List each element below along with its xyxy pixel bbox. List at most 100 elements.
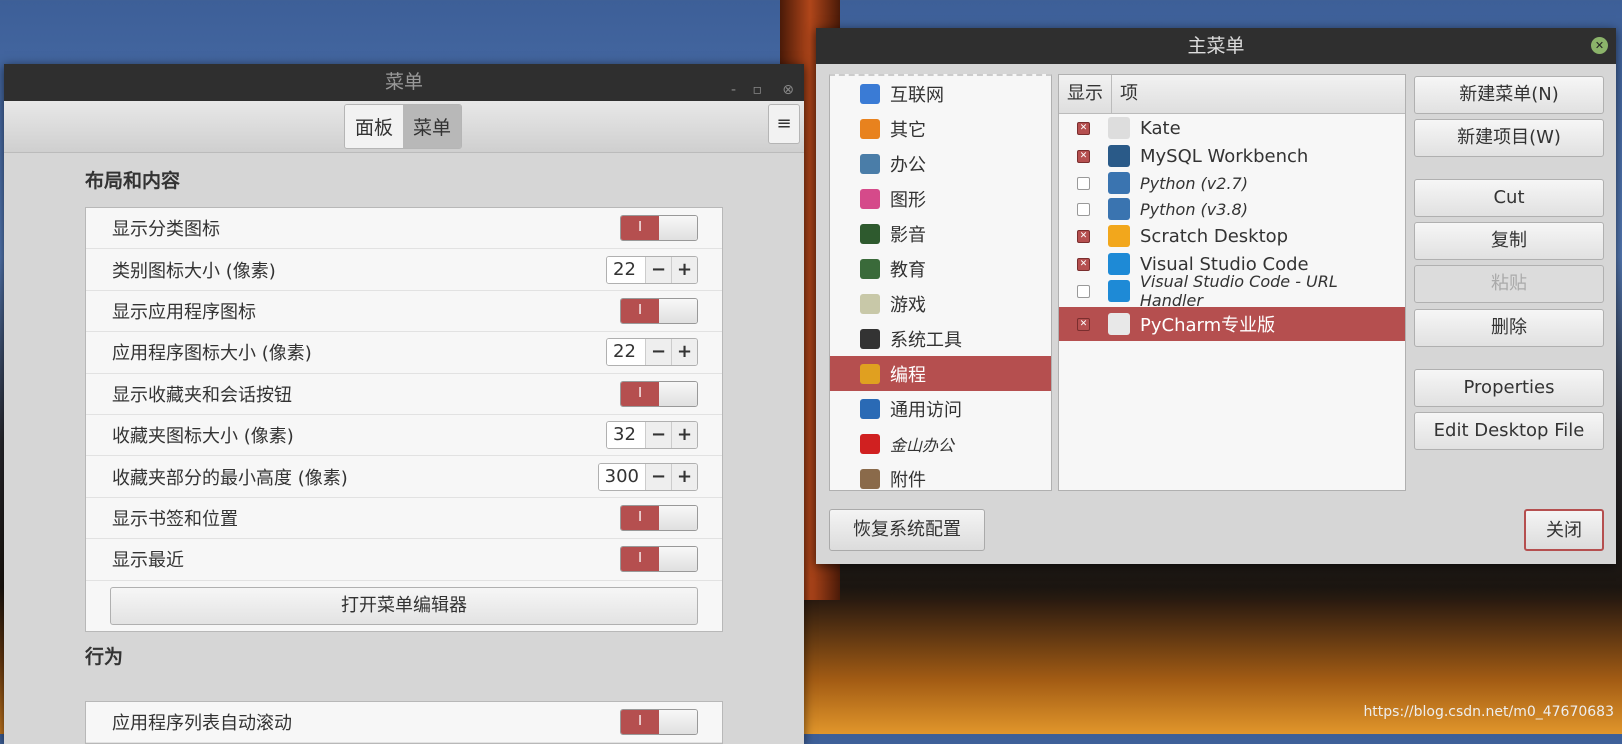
- increment-button[interactable]: +: [671, 463, 697, 490]
- toggle-switch[interactable]: I: [620, 297, 698, 324]
- category-list[interactable]: 互联网其它办公图形影音教育游戏 系统工具编程通用访问金山办公附件: [829, 74, 1052, 491]
- menu-item-row[interactable]: Visual Studio Code - URL Handler: [1059, 272, 1405, 310]
- setting-row: 显示收藏夹和会话按钮 I: [86, 374, 722, 415]
- spinner-value[interactable]: 32: [607, 422, 645, 449]
- category-item[interactable]: 教育: [830, 251, 1051, 286]
- number-spinner[interactable]: 22− +: [606, 255, 698, 284]
- show-checkbox[interactable]: [1077, 176, 1090, 190]
- show-checkbox[interactable]: ✕: [1077, 149, 1090, 163]
- tab-menu[interactable]: 菜单: [403, 105, 462, 148]
- layout-settings-list: 显示分类图标 I 类别图标大小 (像素) 22− + 显示应用程序图标 I 应用程序图标大小 …: [85, 207, 723, 632]
- tab-panel[interactable]: 面板: [345, 105, 404, 148]
- properties-button[interactable]: Properties: [1414, 369, 1604, 407]
- column-header-show[interactable]: 显示: [1059, 75, 1112, 113]
- close-icon[interactable]: ✕: [1591, 37, 1608, 54]
- decrement-button[interactable]: −: [645, 339, 671, 366]
- behavior-settings-list: 应用程序列表自动滚动 I: [85, 701, 723, 744]
- setting-label: 应用程序图标大小 (像素): [112, 343, 312, 365]
- setting-label: 显示最近: [112, 550, 184, 572]
- spinner-value[interactable]: 300: [598, 463, 645, 490]
- category-label: 教育: [890, 259, 926, 281]
- app-icon: [1108, 313, 1130, 335]
- toggle-switch[interactable]: I: [620, 504, 698, 531]
- show-checkbox[interactable]: ✕: [1077, 229, 1090, 243]
- show-checkbox[interactable]: [1077, 202, 1090, 216]
- category-icon: [860, 118, 880, 139]
- spinner-value[interactable]: 22: [607, 256, 645, 283]
- open-menu-editor-button[interactable]: 打开菜单编辑器: [110, 586, 698, 625]
- delete-button[interactable]: 删除: [1414, 309, 1604, 347]
- toggle-switch[interactable]: I: [620, 215, 698, 242]
- category-label: 其它: [890, 119, 926, 141]
- setting-label: 收藏夹部分的最小高度 (像素): [112, 467, 348, 489]
- category-item[interactable]: 影音: [830, 216, 1051, 251]
- setting-row: 显示书签和位置 I: [86, 498, 722, 540]
- setting-row: 显示分类图标 I: [86, 208, 722, 250]
- restore-defaults-button[interactable]: 恢复系统配置: [829, 509, 985, 551]
- category-icon: [860, 398, 880, 419]
- increment-button[interactable]: +: [671, 339, 697, 366]
- new-menu-button[interactable]: 新建菜单(N): [1414, 76, 1604, 114]
- window-title: 主菜单: [1187, 35, 1245, 57]
- category-item[interactable]: 系统工具: [830, 321, 1051, 356]
- menu-item-row[interactable]: ✕ Scratch Desktop: [1059, 222, 1405, 250]
- hamburger-menu-icon[interactable]: ≡: [768, 104, 800, 144]
- show-checkbox[interactable]: [1077, 284, 1090, 298]
- app-icon: [1108, 225, 1130, 247]
- number-spinner[interactable]: 300− +: [597, 462, 698, 491]
- spinner-value[interactable]: 22: [607, 339, 645, 366]
- category-item[interactable]: 金山办公: [830, 426, 1051, 461]
- decrement-button[interactable]: −: [645, 463, 671, 490]
- decrement-button[interactable]: −: [645, 422, 671, 449]
- menu-item-row[interactable]: Python (v2.7): [1059, 170, 1405, 196]
- toggle-switch[interactable]: I: [620, 709, 698, 736]
- category-item[interactable]: 图形: [830, 181, 1051, 216]
- paste-button[interactable]: 粘贴: [1414, 265, 1604, 303]
- main-menu-editor-window: 主菜单 ✕ 互联网其它办公图形影音教育游戏 系统工具编程通用访问金山办公附件 显示项…: [816, 28, 1616, 564]
- category-item[interactable]: 互联网: [830, 76, 1051, 111]
- toggle-switch[interactable]: I: [620, 546, 698, 573]
- switch-on-mark: I: [621, 381, 659, 406]
- increment-button[interactable]: +: [671, 256, 697, 283]
- show-checkbox[interactable]: ✕: [1077, 317, 1090, 331]
- category-item[interactable]: 游戏: [830, 286, 1051, 321]
- show-checkbox[interactable]: ✕: [1077, 121, 1090, 135]
- number-spinner[interactable]: 22− +: [606, 338, 698, 367]
- category-label: 图形: [890, 189, 926, 211]
- setting-row: 收藏夹部分的最小高度 (像素) 300− +: [86, 456, 722, 498]
- menu-settings-window: 菜单 - ▫ ⊗ 面板 菜单 ≡ 布局和内容 显示分类图标 I 类别图标大小 (像素)…: [4, 64, 804, 744]
- decrement-button[interactable]: −: [645, 256, 671, 283]
- switch-on-mark: I: [621, 298, 659, 323]
- menu-item-row[interactable]: ✕ MySQL Workbench: [1059, 142, 1405, 170]
- category-label: 影音: [890, 224, 926, 246]
- edit-desktop-file-button[interactable]: Edit Desktop File: [1414, 412, 1604, 450]
- item-list[interactable]: 显示项 ✕ Kate ✕ MySQL Workbench Python (v2.7) Py…: [1058, 74, 1406, 491]
- category-label: 编程: [890, 364, 926, 386]
- column-header-item[interactable]: 项: [1112, 75, 1405, 113]
- category-icon: [860, 153, 880, 174]
- toggle-switch[interactable]: I: [620, 380, 698, 407]
- category-item[interactable]: 其它: [830, 111, 1051, 146]
- category-item[interactable]: 通用访问: [830, 391, 1051, 426]
- category-label: 金山办公: [890, 435, 955, 455]
- increment-button[interactable]: +: [671, 422, 697, 449]
- category-item[interactable]: 附件: [830, 461, 1051, 496]
- category-item[interactable]: 办公: [830, 146, 1051, 181]
- copy-button[interactable]: 复制: [1414, 222, 1604, 260]
- number-spinner[interactable]: 32− +: [606, 421, 698, 450]
- item-label: Kate: [1140, 117, 1181, 139]
- item-label: Python (v2.7): [1140, 173, 1248, 193]
- item-label: MySQL Workbench: [1140, 145, 1309, 167]
- category-label: 附件: [890, 469, 926, 491]
- menu-item-row[interactable]: Python (v3.8): [1059, 196, 1405, 222]
- close-button[interactable]: 关闭: [1524, 509, 1604, 551]
- switch-on-mark: I: [621, 216, 659, 241]
- category-label: 通用访问: [890, 399, 962, 421]
- menu-item-row[interactable]: ✕ Kate: [1059, 114, 1405, 142]
- new-item-button[interactable]: 新建项目(W): [1414, 119, 1604, 157]
- item-label: PyCharm专业版: [1140, 315, 1276, 336]
- category-item[interactable]: 编程: [830, 356, 1051, 391]
- cut-button[interactable]: Cut: [1414, 179, 1604, 217]
- show-checkbox[interactable]: ✕: [1077, 257, 1090, 271]
- menu-item-row[interactable]: ✕ PyCharm专业版: [1059, 307, 1405, 341]
